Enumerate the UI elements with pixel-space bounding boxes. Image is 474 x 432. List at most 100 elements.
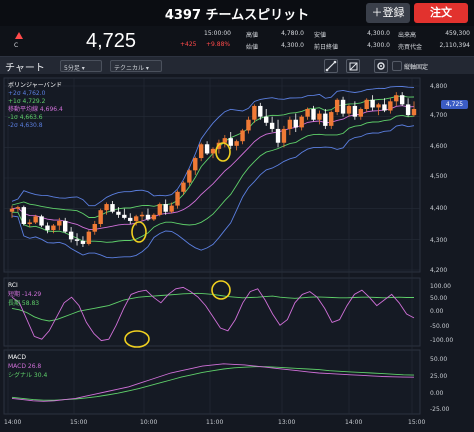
candle-body <box>27 222 32 224</box>
candle-body <box>317 113 322 120</box>
candle-body <box>151 214 157 220</box>
candle-body <box>388 101 393 111</box>
candle-body <box>299 116 304 128</box>
candle-body <box>139 214 145 217</box>
candle-body <box>269 122 275 129</box>
candle-body <box>92 224 97 232</box>
candle-body <box>352 105 358 117</box>
y-tick-price: 4,400 <box>430 205 448 212</box>
bb-plus2: +2σ 4,762.0 <box>8 90 46 97</box>
candle-body <box>15 207 21 209</box>
y-tick-price: 4,500 <box>430 173 448 180</box>
candle-body <box>204 144 210 154</box>
candle-body <box>39 216 44 226</box>
current-price-tag: 4,725 <box>441 100 468 109</box>
candle-body <box>145 214 151 220</box>
bb-plus1: +1σ 4,729.2 <box>8 98 46 105</box>
x-tick: 15:00 <box>70 419 88 426</box>
bb-ma: 移動平均線 4,696.4 <box>8 106 63 113</box>
rci-long: 長期 58.83 <box>8 300 40 307</box>
candle-body <box>122 214 127 218</box>
candle-body <box>252 105 257 120</box>
candle-body <box>181 182 186 192</box>
candle-body <box>358 109 363 117</box>
rci-short: 短期 -14.29 <box>8 291 42 298</box>
candle-body <box>98 210 103 224</box>
candle-body <box>287 119 293 129</box>
macd-panel-bg <box>3 349 421 415</box>
candle-body <box>364 99 369 109</box>
candle-body <box>281 128 287 143</box>
candle-body <box>264 116 269 123</box>
bb-title: ボリンジャーバンド <box>8 82 62 89</box>
candle-body <box>110 204 115 212</box>
candle-body <box>133 216 139 221</box>
macd-value: MACD 26.8 <box>8 363 42 370</box>
bb-minus2: -2σ 4,630.8 <box>8 122 43 129</box>
candle-body <box>228 138 233 146</box>
x-tick: 14:00 <box>4 419 22 426</box>
y-tick-macd: 25.00 <box>430 373 448 380</box>
x-tick: 13:00 <box>278 419 296 426</box>
candle-body <box>63 220 68 232</box>
candle-body <box>210 148 216 154</box>
candle-body <box>187 170 192 183</box>
candle-body <box>240 130 245 142</box>
candle-body <box>222 138 228 143</box>
candle-body <box>394 95 399 102</box>
candle-body <box>45 225 50 231</box>
y-tick-macd: -25.00 <box>430 406 450 413</box>
candle-body <box>340 99 346 114</box>
candle-body <box>21 207 27 224</box>
candle-body <box>346 105 352 114</box>
macd-title: MACD <box>8 354 26 361</box>
candle-body <box>163 204 168 212</box>
candle-body <box>405 104 411 116</box>
x-tick: 15:00 <box>408 419 426 426</box>
bb-minus1: -1σ 4,663.6 <box>8 114 43 121</box>
y-tick-price: 4,200 <box>430 267 448 274</box>
candle-body <box>246 119 251 131</box>
candle-body <box>293 119 298 128</box>
candle-body <box>169 205 174 212</box>
candle-body <box>86 231 92 244</box>
x-tick: 14:00 <box>345 419 363 426</box>
candle-body <box>411 109 417 116</box>
candle-body <box>370 99 375 108</box>
y-tick-price: 4,800 <box>430 83 448 90</box>
candle-body <box>198 144 204 159</box>
candle-body <box>305 109 310 117</box>
candle-body <box>80 240 86 244</box>
candle-body <box>258 105 263 117</box>
candle-body <box>399 95 405 105</box>
candle-body <box>157 204 162 215</box>
chart-canvas[interactable] <box>0 0 474 432</box>
candle-body <box>57 220 62 226</box>
y-tick-rci: -100.00 <box>430 337 454 344</box>
y-tick-rci: 100.00 <box>430 283 451 290</box>
candle-body <box>104 204 109 211</box>
y-tick-price: 4,300 <box>430 237 448 244</box>
macd-signal: シグナル 30.4 <box>8 372 48 379</box>
candle-body <box>311 109 316 120</box>
x-tick: 11:00 <box>206 419 224 426</box>
candle-body <box>382 104 387 111</box>
price-panel-bg <box>3 77 421 273</box>
candle-body <box>51 225 56 231</box>
y-tick-price: 4,700 <box>430 112 448 119</box>
candle-body <box>376 104 381 108</box>
candle-body <box>193 158 198 171</box>
candle-body <box>9 208 15 212</box>
rci-title: RCI <box>8 282 18 289</box>
y-tick-rci: 50.00 <box>430 295 448 302</box>
candle-body <box>275 128 281 143</box>
candle-body <box>234 141 239 146</box>
y-tick-rci: -50.00 <box>430 323 450 330</box>
candle-body <box>128 217 133 221</box>
candle-body <box>68 231 74 240</box>
y-tick-rci: 0.00 <box>430 308 444 315</box>
candle-body <box>33 216 38 223</box>
candle-body <box>323 113 328 126</box>
candle-body <box>74 239 80 241</box>
candle-body <box>334 99 340 113</box>
